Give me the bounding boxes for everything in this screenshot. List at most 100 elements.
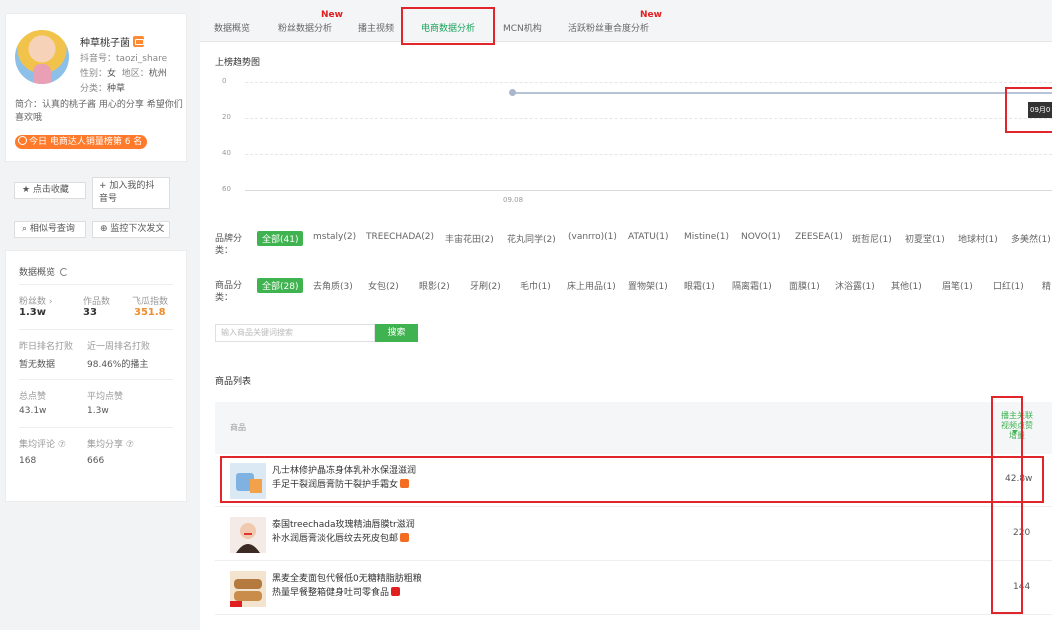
- category-chip[interactable]: 隔离霜(1): [732, 279, 772, 292]
- gender-label: 性别：: [80, 69, 108, 79]
- table-row[interactable]: 泰国treechada玫瑰精油唇膜tr滋润补水润唇膏淡化唇纹去死皮包邮 220: [215, 508, 1052, 561]
- divider: [19, 427, 173, 428]
- brand-chip[interactable]: mstaly(2): [313, 232, 356, 242]
- total-likes-label: 总点赞: [19, 392, 47, 402]
- feigua-value: 351.8: [134, 307, 166, 318]
- brand-chip[interactable]: 初夏堂(1): [905, 232, 945, 245]
- brand-chip[interactable]: ZEESEA(1): [795, 232, 843, 242]
- fans-value: 1.3w: [19, 307, 46, 318]
- add-to-mine-button[interactable]: + 加入我的抖音号: [92, 177, 170, 209]
- profile-card: 种草桃子菌 抖音号：taozi_share 性别：女 地区：杭州 分类：种草 简…: [5, 13, 187, 162]
- tab-ecommerce[interactable]: 电商数据分析: [421, 21, 475, 34]
- table-row[interactable]: 黑麦全麦面包代餐低0无糖精脂肪粗粮热量早餐整箱健身吐司零食品 144: [215, 562, 1052, 615]
- category-chip[interactable]: 眼霜(1): [684, 279, 715, 292]
- category-chip[interactable]: 床上用品(1): [567, 279, 616, 292]
- trend-data-point[interactable]: [509, 89, 516, 96]
- gender-region: 性别：女 地区：杭州: [80, 66, 167, 79]
- feigua-label: 飞瓜指数: [132, 297, 169, 307]
- search-button[interactable]: 搜索: [375, 324, 418, 342]
- category-label: 分类：: [80, 84, 108, 94]
- brand-chip[interactable]: 地球村(1): [958, 232, 998, 245]
- brand-chip[interactable]: ATATU(1): [628, 232, 669, 242]
- column-header-product: 商品: [230, 423, 246, 432]
- category: 分类：种草: [80, 81, 125, 94]
- y-tick: 60: [222, 185, 231, 193]
- region-label: 地区：: [121, 69, 149, 79]
- works-label: 作品数: [83, 297, 111, 307]
- tab-active-fans-overlap[interactable]: 活跃粉丝重合度分析: [568, 21, 649, 34]
- favorite-button[interactable]: ★ 点击收藏: [14, 182, 86, 199]
- category-chip[interactable]: 面膜(1): [789, 279, 820, 292]
- main-panel: 数据概览 New 粉丝数据分析 播主视频 电商数据分析 MCN机构 New 活跃…: [200, 0, 1052, 630]
- trend-title: 上榜趋势图: [215, 58, 261, 68]
- new-tag: New: [321, 10, 343, 20]
- divider: [19, 379, 173, 380]
- category-chip[interactable]: 毛巾(1): [520, 279, 551, 292]
- category-chip[interactable]: 精: [1042, 279, 1051, 292]
- category-chip[interactable]: 置物架(1): [628, 279, 668, 292]
- total-likes-value: 43.1w: [19, 406, 47, 416]
- gridline: [245, 118, 1052, 119]
- category-chip[interactable]: 去角质(3): [313, 279, 353, 292]
- search-input[interactable]: 输入商品关键词搜索: [215, 324, 375, 342]
- brand-chip[interactable]: TREECHADA(2): [366, 232, 434, 242]
- brand-chip[interactable]: 多美然(1): [1011, 232, 1051, 245]
- week-rank-label: 近一周排名打败: [87, 342, 151, 352]
- brand-chip[interactable]: 全部(41): [257, 231, 304, 246]
- brand-chip[interactable]: 丰宙花田(2): [445, 232, 494, 245]
- avg-shares-value: 666: [87, 456, 105, 466]
- category-chip[interactable]: 女包(2): [368, 279, 399, 292]
- divider: [19, 329, 173, 330]
- table-header: 商品 播主关联视频点赞增量: [215, 402, 1052, 454]
- highlight-frame: [991, 396, 1023, 614]
- action-buttons: ★ 点击收藏 + 加入我的抖音号 ⌕ 相似号查询 ⊕ 监控下次发文: [5, 176, 187, 248]
- brand-chip[interactable]: 花丸同学(2): [507, 232, 556, 245]
- gridline: [245, 154, 1052, 155]
- category-chip[interactable]: 沐浴露(1): [835, 279, 875, 292]
- product-thumbnail: [230, 517, 266, 553]
- divider: [19, 284, 173, 285]
- brand-chip[interactable]: 斑哲尼(1): [852, 232, 892, 245]
- tab-bar: 数据概览 New 粉丝数据分析 播主视频 电商数据分析 MCN机构 New 活跃…: [200, 0, 1052, 45]
- monitor-icon: ⊕: [100, 224, 108, 234]
- works-value: 33: [83, 307, 97, 318]
- similar-account-label: 相似号查询: [29, 224, 75, 234]
- yesterday-rank-label: 昨日排名打败: [19, 342, 74, 352]
- product-title[interactable]: 黑麦全麦面包代餐低0无糖精脂肪粗粮热量早餐整箱健身吐司零食品: [272, 572, 422, 600]
- gender-value: 女: [107, 69, 117, 79]
- brand-chip[interactable]: Mistine(1): [684, 232, 729, 242]
- new-tag: New: [640, 10, 662, 20]
- tab-mcn[interactable]: MCN机构: [503, 21, 542, 34]
- yesterday-rank-value: 暂无数据: [19, 360, 56, 370]
- monitor-button[interactable]: ⊕ 监控下次发文: [92, 221, 170, 238]
- category-chip[interactable]: 眼影(2): [419, 279, 450, 292]
- similar-account-button[interactable]: ⌕ 相似号查询: [14, 221, 86, 238]
- douyin-id: 抖音号：taozi_share: [80, 54, 168, 64]
- brand-chip[interactable]: (vanrro)(1): [568, 232, 617, 242]
- brand-chip[interactable]: NOVO(1): [741, 232, 781, 242]
- profile-name: 种草桃子菌: [80, 34, 144, 49]
- tab-videos[interactable]: 播主视频: [358, 21, 394, 34]
- category-chip[interactable]: 其他(1): [891, 279, 922, 292]
- y-tick: 40: [222, 149, 231, 157]
- mall-icon: [391, 587, 401, 596]
- avg-likes-label: 平均点赞: [87, 392, 124, 402]
- x-tick: 09.08: [503, 196, 524, 204]
- rank-badge[interactable]: 今日 电商达人销量榜第 6 名: [15, 135, 148, 149]
- category-chip[interactable]: 牙刷(2): [470, 279, 501, 292]
- tab-fans-analysis[interactable]: 粉丝数据分析: [278, 21, 332, 34]
- category-chip[interactable]: 眉笔(1): [942, 279, 973, 292]
- category-chip[interactable]: 口红(1): [993, 279, 1024, 292]
- product-title[interactable]: 泰国treechada玫瑰精油唇膜tr滋润补水润唇膏淡化唇纹去死皮包邮: [272, 518, 422, 546]
- y-tick: 20: [222, 113, 231, 121]
- refresh-icon[interactable]: [60, 268, 69, 276]
- tmall-icon: [400, 533, 410, 542]
- gridline: [245, 82, 1052, 83]
- category-chip[interactable]: 全部(28): [257, 278, 304, 293]
- shop-badge-icon: [133, 36, 144, 47]
- stats-title-text: 数据概览: [19, 268, 56, 278]
- fans-label[interactable]: 粉丝数 ›: [19, 294, 52, 307]
- category-filter-label: 商品分类：: [215, 281, 243, 303]
- tab-overview[interactable]: 数据概览: [214, 21, 250, 34]
- highlight-frame: [220, 456, 1044, 503]
